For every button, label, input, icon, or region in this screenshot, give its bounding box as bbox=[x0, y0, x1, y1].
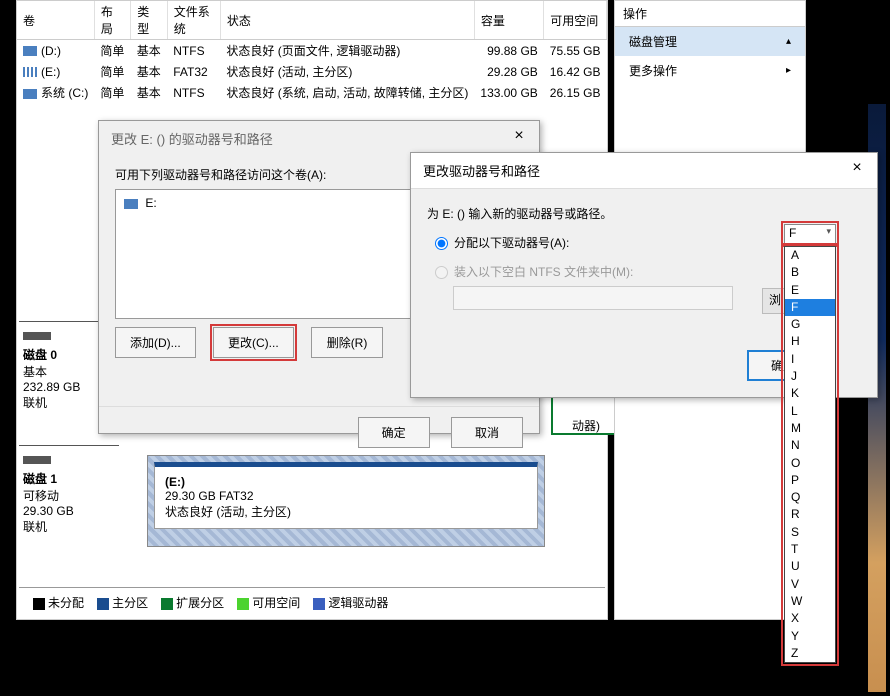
chevron-down-icon: ▾ bbox=[826, 226, 831, 237]
drive-icon bbox=[23, 46, 37, 56]
dropdown-option[interactable]: V bbox=[785, 576, 835, 593]
drive-letter-combo[interactable]: F ▾ bbox=[784, 224, 836, 244]
col-layout[interactable]: 布局 bbox=[94, 1, 130, 40]
dialog-title: 更改 E: () 的驱动器号和路径 bbox=[99, 121, 539, 156]
disk-0-type: 基本 bbox=[23, 365, 47, 379]
dropdown-option[interactable]: X bbox=[785, 610, 835, 627]
disk-1-title: 磁盘 1 bbox=[23, 472, 57, 486]
action-disk-management[interactable]: 磁盘管理 ▴ bbox=[615, 27, 805, 56]
dropdown-option[interactable]: K bbox=[785, 385, 835, 402]
dropdown-option[interactable]: J bbox=[785, 368, 835, 385]
dropdown-option[interactable]: H bbox=[785, 333, 835, 350]
disk-icon bbox=[23, 332, 51, 340]
volumes-table[interactable]: 卷 布局 类型 文件系统 状态 容量 可用空间 (D:)简单基本NTFS状态良好… bbox=[17, 1, 607, 103]
partition-e-size: 29.30 GB FAT32 bbox=[165, 489, 254, 503]
legend-free-icon bbox=[237, 598, 249, 610]
dropdown-option[interactable]: Y bbox=[785, 628, 835, 645]
dropdown-option[interactable]: P bbox=[785, 472, 835, 489]
dropdown-option[interactable]: A bbox=[785, 247, 835, 264]
dropdown-option[interactable]: T bbox=[785, 541, 835, 558]
table-row[interactable]: (E:)简单基本FAT32状态良好 (活动, 主分区)29.28 GB16.42… bbox=[17, 61, 607, 82]
disk-1-size: 29.30 GB bbox=[23, 504, 74, 518]
dropdown-option[interactable]: B bbox=[785, 264, 835, 281]
collapse-arrow-icon: ▴ bbox=[786, 36, 791, 47]
dropdown-option[interactable]: R bbox=[785, 506, 835, 523]
dropdown-option[interactable]: U bbox=[785, 558, 835, 575]
legend: 未分配 主分区 扩展分区 可用空间 逻辑驱动器 bbox=[19, 587, 605, 617]
submenu-arrow-icon: ▸ bbox=[786, 65, 791, 76]
legend-logical-icon bbox=[313, 598, 325, 610]
drive-icon bbox=[23, 89, 37, 99]
disk-0-title: 磁盘 0 bbox=[23, 348, 57, 362]
col-capacity[interactable]: 容量 bbox=[474, 1, 543, 40]
cancel-button[interactable]: 取消 bbox=[451, 417, 523, 448]
change-button[interactable]: 更改(C)... bbox=[213, 327, 294, 358]
actions-header: 操作 bbox=[615, 1, 805, 27]
action-more[interactable]: 更多操作 ▸ bbox=[615, 56, 805, 85]
close-icon[interactable]: × bbox=[843, 159, 871, 177]
dropdown-option[interactable]: G bbox=[785, 316, 835, 333]
ok-button[interactable]: 确定 bbox=[358, 417, 430, 448]
col-fs[interactable]: 文件系统 bbox=[167, 1, 220, 40]
table-row[interactable]: 系统 (C:)简单基本NTFS状态良好 (系统, 启动, 活动, 故障转储, 主… bbox=[17, 82, 607, 103]
col-type[interactable]: 类型 bbox=[131, 1, 167, 40]
dropdown-option[interactable]: E bbox=[785, 282, 835, 299]
drive-letter-dropdown[interactable]: ABEFGHIJKLMNOPQRSTUVWXYZ bbox=[784, 246, 836, 663]
col-status[interactable]: 状态 bbox=[220, 1, 474, 40]
legend-extended-icon bbox=[161, 598, 173, 610]
drive-icon bbox=[124, 199, 138, 209]
col-free[interactable]: 可用空间 bbox=[544, 1, 607, 40]
add-button[interactable]: 添加(D)... bbox=[115, 327, 196, 358]
disk-icon bbox=[23, 456, 51, 464]
remove-button[interactable]: 删除(R) bbox=[311, 327, 383, 358]
dropdown-option[interactable]: W bbox=[785, 593, 835, 610]
legend-unallocated-icon bbox=[33, 598, 45, 610]
partition-e-status: 状态良好 (活动, 主分区) bbox=[165, 505, 291, 519]
partition-e-name: (E:) bbox=[165, 475, 185, 489]
dropdown-option[interactable]: I bbox=[785, 351, 835, 368]
dropdown-option[interactable]: Z bbox=[785, 645, 835, 662]
dropdown-option[interactable]: F bbox=[785, 299, 835, 316]
legend-primary-icon bbox=[97, 598, 109, 610]
folder-path-input bbox=[453, 286, 733, 310]
dropdown-option[interactable]: S bbox=[785, 524, 835, 541]
dropdown-option[interactable]: N bbox=[785, 437, 835, 454]
disk-1-type: 可移动 bbox=[23, 489, 59, 503]
disk-1-state: 联机 bbox=[23, 520, 47, 534]
dropdown-option[interactable]: Q bbox=[785, 489, 835, 506]
partition-e[interactable]: (E:) 29.30 GB FAT32 状态良好 (活动, 主分区) bbox=[147, 455, 545, 547]
dropdown-option[interactable]: O bbox=[785, 455, 835, 472]
disk-1-header[interactable]: 磁盘 1 可移动 29.30 GB 联机 bbox=[19, 445, 119, 555]
table-row[interactable]: (D:)简单基本NTFS状态良好 (页面文件, 逻辑驱动器)99.88 GB75… bbox=[17, 40, 607, 62]
dropdown-option[interactable]: L bbox=[785, 403, 835, 420]
disk-0-size: 232.89 GB bbox=[23, 380, 80, 394]
dialog-title: 更改驱动器号和路径 bbox=[411, 153, 877, 189]
drive-icon bbox=[23, 67, 37, 77]
close-icon[interactable]: × bbox=[505, 127, 533, 145]
dropdown-option[interactable]: M bbox=[785, 420, 835, 437]
disk-0-state: 联机 bbox=[23, 396, 47, 410]
col-volume[interactable]: 卷 bbox=[17, 1, 94, 40]
